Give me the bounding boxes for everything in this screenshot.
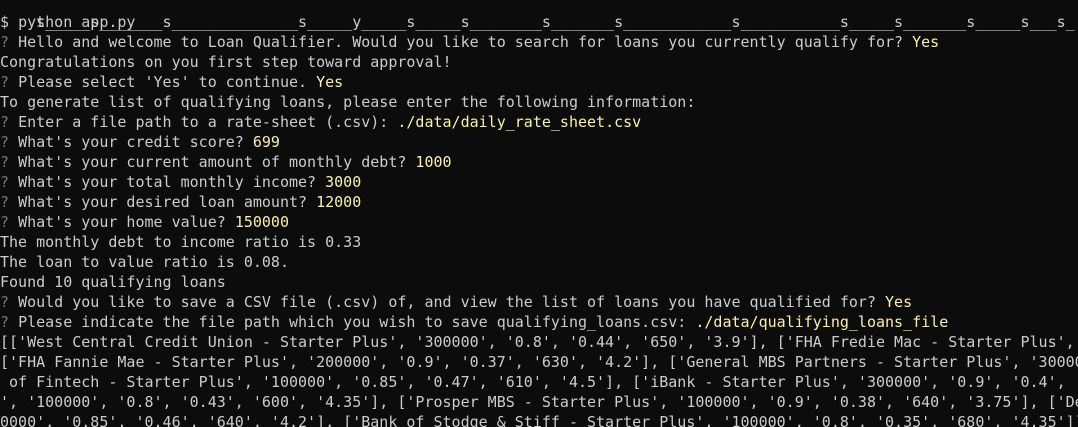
question-mark-icon: ?	[0, 293, 10, 311]
answer-text: ./data/daily_rate_sheet.csv	[397, 113, 642, 131]
output-text: Found 10 qualifying loans	[0, 273, 226, 291]
prompt-text: Please select 'Yes' to continue.	[18, 73, 308, 91]
terminal-window[interactable]: s_____s_______s______________s_____y____…	[0, 0, 1078, 427]
answer-text: 150000	[234, 213, 289, 231]
answer-text: Yes	[885, 293, 913, 311]
terminal-output-line-5: 0000', '0.85', '0.46', '640', '4.2'], ['…	[0, 412, 1078, 427]
answer-text: 699	[252, 133, 280, 151]
question-mark-icon: ?	[0, 313, 10, 331]
output-text: ', '100000', '0.8', '0.43', '600', '4.35…	[0, 393, 1078, 411]
output-text: 0000', '0.85', '0.46', '640', '4.2'], ['…	[0, 413, 1078, 427]
terminal-line-select: ? Please select 'Yes' to continue. Yes	[0, 72, 1078, 92]
answer-text: 12000	[316, 193, 362, 211]
question-mark-icon: ?	[0, 153, 10, 171]
prompt-text: What's your credit score?	[18, 133, 244, 151]
output-text: Congratulations on you first step toward…	[0, 53, 452, 71]
output-text: of Fintech - Starter Plus', '100000', '0…	[0, 373, 1078, 391]
question-mark-icon: ?	[0, 33, 10, 51]
prompt-text: Hello and welcome to Loan Qualifier. Wou…	[18, 33, 904, 51]
prompt-text: Please indicate the file path which you …	[18, 313, 687, 331]
terminal-line-income: ? What's your total monthly income? 3000	[0, 172, 1078, 192]
terminal-line-dti: The monthly debt to income ratio is 0.33	[0, 232, 1078, 252]
terminal-output-line-2: ['FHA Fannie Mae - Starter Plus', '20000…	[0, 352, 1078, 372]
terminal-line-ltv: The loan to value ratio is 0.08.	[0, 252, 1078, 272]
terminal-line-welcome: ? Hello and welcome to Loan Qualifier. W…	[0, 32, 1078, 52]
question-mark-icon: ?	[0, 173, 10, 191]
terminal-line-congrats: Congratulations on you first step toward…	[0, 52, 1078, 72]
output-text: To generate list of qualifying loans, pl…	[0, 93, 696, 111]
terminal-line-debt: ? What's your current amount of monthly …	[0, 152, 1078, 172]
question-mark-icon: ?	[0, 193, 10, 211]
terminal-line-save: ? Would you like to save a CSV file (.cs…	[0, 292, 1078, 312]
terminal-line-found: Found 10 qualifying loans	[0, 272, 1078, 292]
command-text: python app.py	[18, 13, 136, 31]
prompt-text: Enter a file path to a rate-sheet (.csv)…	[18, 113, 389, 131]
terminal-output-line-4: ', '100000', '0.8', '0.43', '600', '4.35…	[0, 392, 1078, 412]
output-text: [['West Central Credit Union - Starter P…	[0, 333, 1078, 351]
top-fragment: s_____s_______s______________s_____y____…	[36, 13, 1075, 31]
terminal-output-line-1: [['West Central Credit Union - Starter P…	[0, 332, 1078, 352]
prompt-text: What's your total monthly income?	[18, 173, 317, 191]
terminal-line-home: ? What's your home value? 150000	[0, 212, 1078, 232]
prompt-text: What's your current amount of monthly de…	[18, 153, 407, 171]
answer-text: 3000	[325, 173, 362, 191]
terminal-line-path: ? Please indicate the file path which yo…	[0, 312, 1078, 332]
terminal-line-generate: To generate list of qualifying loans, pl…	[0, 92, 1078, 112]
answer-text: Yes	[912, 33, 940, 51]
terminal-line-filepath: ? Enter a file path to a rate-sheet (.cs…	[0, 112, 1078, 132]
terminal-line-clipped: s_____s_______s______________s_____y____…	[0, 0, 1078, 31]
shell-prompt: $	[0, 13, 10, 31]
answer-text: 1000	[415, 153, 452, 171]
prompt-text: Would you like to save a CSV file (.csv)…	[18, 293, 876, 311]
question-mark-icon: ?	[0, 73, 10, 91]
prompt-text: What's your home value?	[18, 213, 226, 231]
terminal-output-line-3: of Fintech - Starter Plus', '100000', '0…	[0, 372, 1078, 392]
question-mark-icon: ?	[0, 113, 10, 131]
question-mark-icon: ?	[0, 213, 10, 231]
question-mark-icon: ?	[0, 133, 10, 151]
output-text: The monthly debt to income ratio is 0.33	[0, 233, 362, 251]
output-text: ['FHA Fannie Mae - Starter Plus', '20000…	[0, 353, 1078, 371]
output-text: The loan to value ratio is 0.08.	[0, 253, 289, 271]
prompt-text: What's your desired loan amount?	[18, 193, 308, 211]
answer-text: ./data/qualifying_loans_file	[695, 313, 949, 331]
answer-text: Yes	[316, 73, 344, 91]
terminal-line-loan: ? What's your desired loan amount? 12000	[0, 192, 1078, 212]
terminal-line-credit: ? What's your credit score? 699	[0, 132, 1078, 152]
